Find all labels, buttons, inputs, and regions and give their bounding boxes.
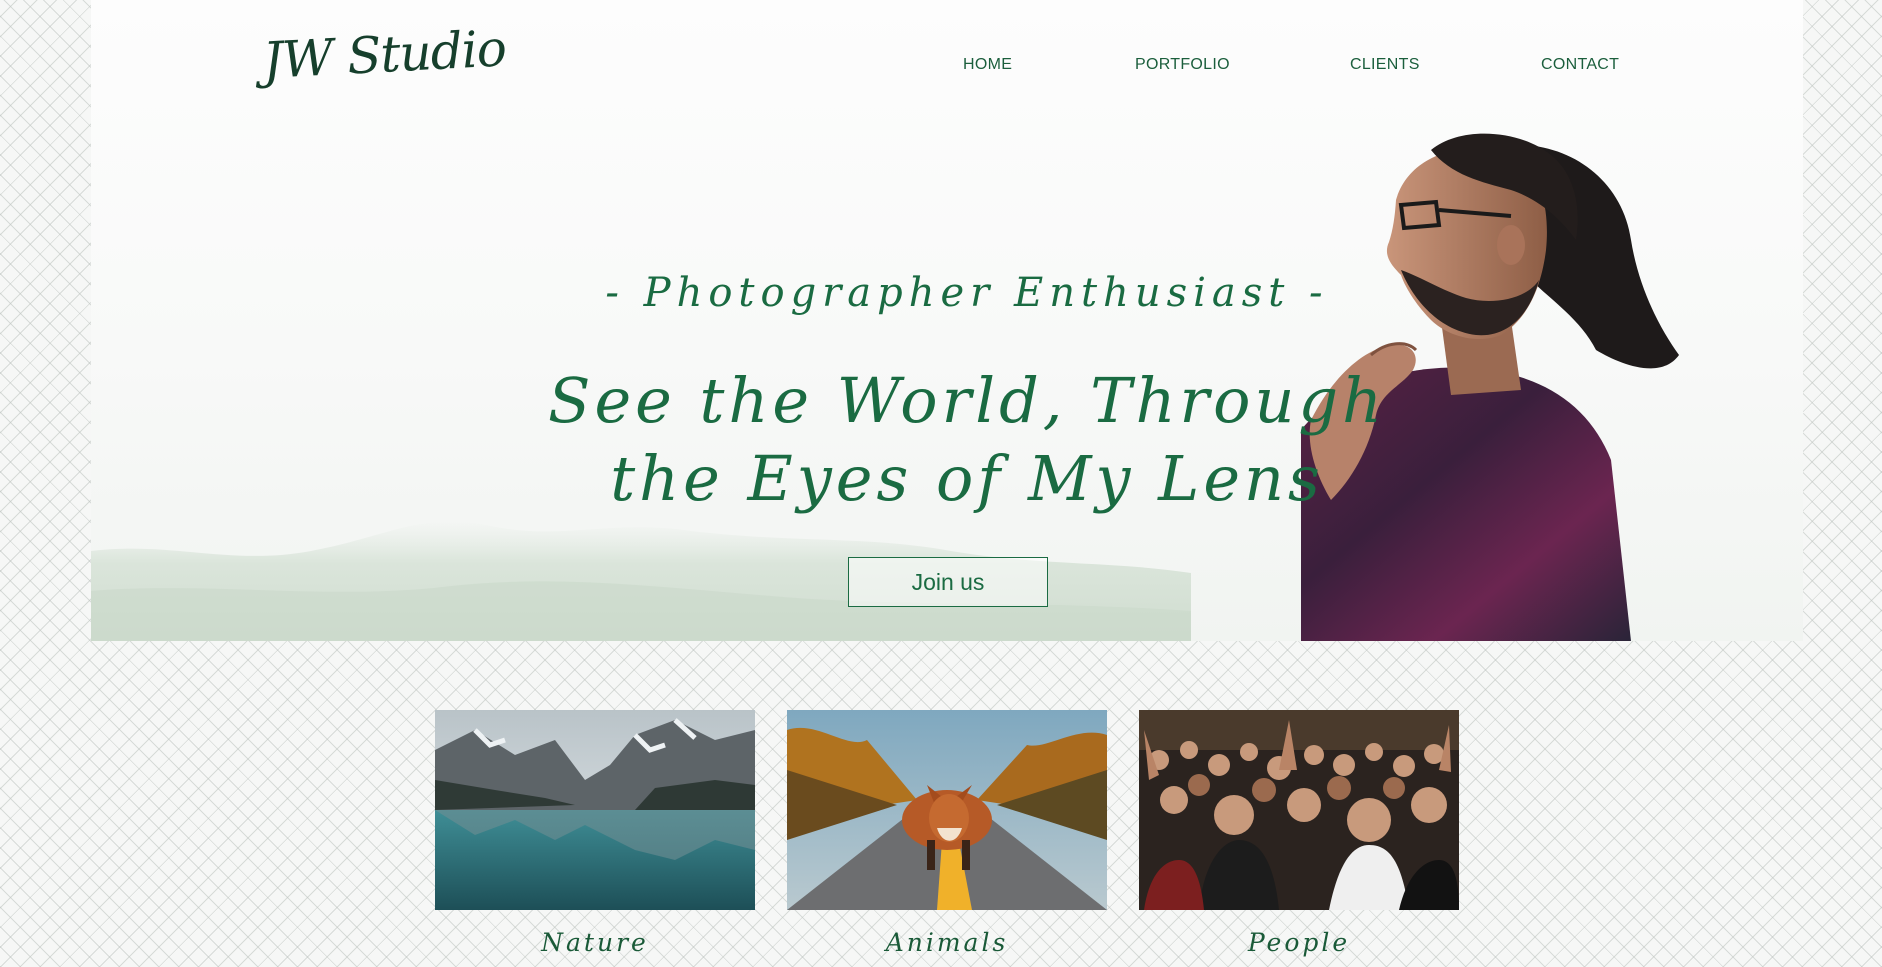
category-label-animals[interactable]: Animals: [787, 928, 1107, 957]
hero-headline-line1: See the World, Through: [547, 364, 1387, 437]
hero-headline-line2: the Eyes of My Lens: [610, 442, 1324, 515]
nav-home-link[interactable]: HOME: [963, 56, 1012, 74]
category-card-nature[interactable]: Nature: [435, 710, 755, 957]
nature-photo[interactable]: [435, 710, 755, 910]
category-label-nature[interactable]: Nature: [435, 928, 755, 957]
nav-clients-link[interactable]: CLIENTS: [1350, 56, 1420, 74]
animals-photo[interactable]: [787, 710, 1107, 910]
category-label-people[interactable]: People: [1139, 928, 1459, 957]
main-nav: HOME PORTFOLIO CLIENTS CONTACT: [91, 56, 1803, 80]
hero-headline: See the World, Through the Eyes of My Le…: [91, 362, 1803, 518]
people-photo[interactable]: [1139, 710, 1459, 910]
category-card-people[interactable]: People: [1139, 710, 1459, 957]
join-us-button[interactable]: Join us: [848, 557, 1048, 607]
category-card-animals[interactable]: Animals: [787, 710, 1107, 957]
nav-contact-link[interactable]: CONTACT: [1541, 56, 1619, 74]
nav-portfolio-link[interactable]: PORTFOLIO: [1135, 56, 1230, 74]
hero-section: JW Studio HOME PORTFOLIO CLIENTS CONTACT: [91, 0, 1803, 641]
